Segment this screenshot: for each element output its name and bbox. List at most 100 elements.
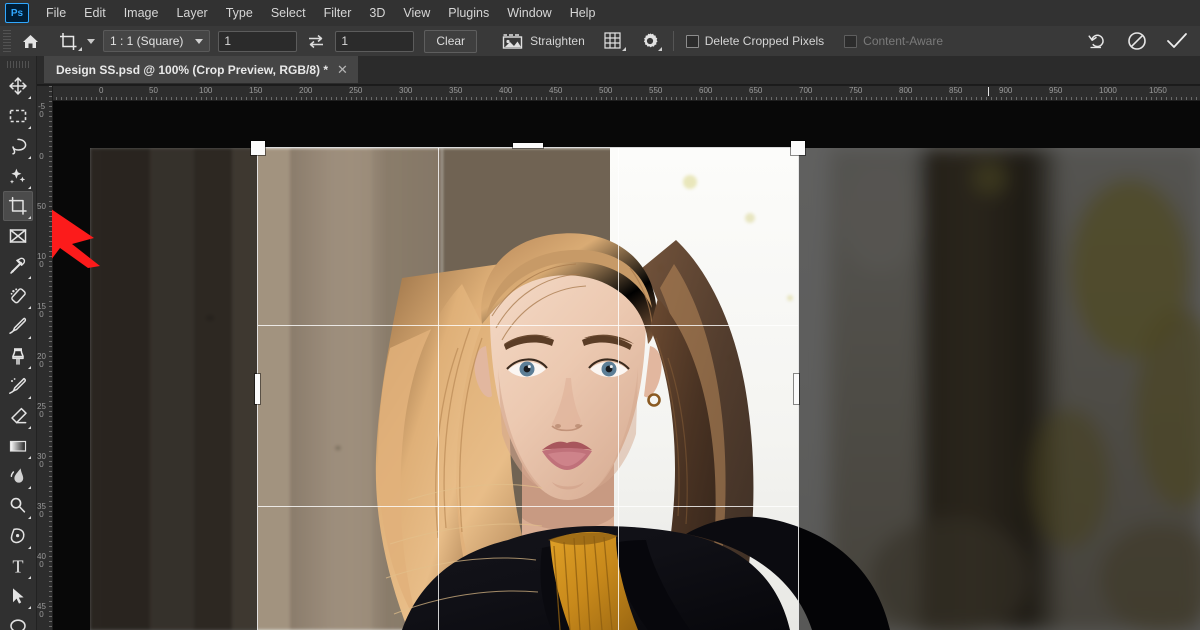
- ruler-tick: [49, 241, 52, 242]
- ruler-tick: [181, 97, 182, 101]
- brush-tool-icon: [8, 316, 28, 336]
- crop-ratio-select[interactable]: 1 : 1 (Square): [103, 30, 210, 52]
- ruler-tick: [1066, 97, 1067, 101]
- ruler-tick: [1071, 97, 1072, 101]
- home-icon[interactable]: [17, 29, 43, 53]
- ruler-tick: [241, 97, 242, 101]
- ruler-tick: [536, 97, 537, 101]
- horizontal-ruler[interactable]: 0501001502002503003504004505005506006507…: [36, 86, 1200, 101]
- clear-button[interactable]: Clear: [424, 30, 477, 53]
- ruler-tick: [49, 346, 52, 347]
- crop-handle-top-center[interactable]: [513, 143, 543, 148]
- active-tool-thumbnail[interactable]: [53, 29, 83, 53]
- tool-path-selection-tool[interactable]: [3, 581, 33, 611]
- menu-item-plugins[interactable]: Plugins: [439, 2, 498, 24]
- straighten-label[interactable]: Straighten: [530, 34, 585, 48]
- tool-move-tool[interactable]: [3, 71, 33, 101]
- tool-options-bar: 1 : 1 (Square) 1 1 Clear Straighten: [0, 26, 1200, 57]
- ruler-tick: [796, 97, 797, 101]
- options-bar-grip[interactable]: [3, 30, 11, 52]
- crop-handle-middle-right[interactable]: [794, 374, 799, 404]
- menu-item-3d[interactable]: 3D: [360, 2, 394, 24]
- cancel-circle-icon[interactable]: [1124, 29, 1150, 53]
- ruler-tick: [466, 97, 467, 101]
- tool-history-brush-tool[interactable]: [3, 371, 33, 401]
- swap-dimensions-icon[interactable]: [305, 30, 327, 52]
- tool-flyout-caret-icon: [28, 186, 31, 189]
- menu-item-view[interactable]: View: [394, 2, 439, 24]
- menu-item-filter[interactable]: Filter: [315, 2, 361, 24]
- ruler-tick: [49, 456, 52, 457]
- tool-brush-tool[interactable]: [3, 311, 33, 341]
- ruler-tick: [716, 97, 717, 101]
- tool-ellipse-shape-tool[interactable]: [3, 611, 33, 630]
- ruler-tick: [221, 97, 222, 101]
- menu-item-help[interactable]: Help: [561, 2, 605, 24]
- menu-item-window[interactable]: Window: [498, 2, 560, 24]
- gear-icon[interactable]: [637, 29, 663, 53]
- menu-item-image[interactable]: Image: [115, 2, 168, 24]
- tool-dodge-tool[interactable]: [3, 491, 33, 521]
- tool-frame-tool[interactable]: [3, 221, 33, 251]
- tool-flyout-caret-icon: [28, 126, 31, 129]
- menu-item-edit[interactable]: Edit: [75, 2, 115, 24]
- crop-handle-top-left[interactable]: [251, 141, 265, 155]
- ruler-tick: [49, 176, 52, 177]
- straighten-icon[interactable]: [499, 29, 525, 53]
- ruler-tick: [1046, 97, 1047, 101]
- document-tab[interactable]: Design SS.psd @ 100% (Crop Preview, RGB/…: [44, 56, 359, 83]
- ruler-tick: [49, 126, 52, 127]
- crop-handle-middle-left[interactable]: [255, 374, 260, 404]
- crop-width-input[interactable]: 1: [218, 31, 297, 52]
- clone-stamp-tool-icon: [8, 346, 28, 366]
- ruler-tick: [1126, 97, 1127, 101]
- tool-gradient-tool[interactable]: [3, 431, 33, 461]
- tool-spot-healing-brush-tool[interactable]: [3, 281, 33, 311]
- tool-object-selection-tool[interactable]: [3, 161, 33, 191]
- menu-item-type[interactable]: Type: [217, 2, 262, 24]
- document-canvas[interactable]: [52, 100, 1200, 630]
- ruler-tick: [746, 97, 747, 101]
- ruler-tick: [516, 97, 517, 101]
- ruler-tick: [671, 97, 672, 101]
- object-selection-tool-icon: [8, 166, 28, 186]
- tool-pen-tool[interactable]: [3, 521, 33, 551]
- ruler-tick: [441, 97, 442, 101]
- ruler-label-v: 50: [37, 203, 46, 211]
- tool-preset-chevron-down-icon[interactable]: [87, 39, 95, 44]
- ellipse-shape-tool-icon: [8, 616, 28, 630]
- tools-panel-grip[interactable]: [7, 61, 29, 68]
- ruler-tick: [576, 97, 577, 101]
- tool-flyout-caret-icon: [28, 366, 31, 369]
- ruler-tick: [976, 97, 977, 101]
- tool-clone-stamp-tool[interactable]: [3, 341, 33, 371]
- tool-crop-tool[interactable]: [3, 191, 33, 221]
- tool-blur-tool[interactable]: [3, 461, 33, 491]
- vertical-ruler[interactable]: -50050100150200250300350400450: [36, 86, 53, 630]
- ruler-tick: [49, 286, 52, 287]
- pen-tool-icon: [8, 526, 28, 546]
- tool-type-tool[interactable]: T: [3, 551, 33, 581]
- menu-item-file[interactable]: File: [37, 2, 75, 24]
- reset-arrow-icon[interactable]: [1084, 29, 1110, 53]
- close-icon[interactable]: ✕: [337, 63, 348, 76]
- ruler-tick: [49, 211, 52, 212]
- ruler-tick: [541, 97, 542, 101]
- menu-item-select[interactable]: Select: [262, 2, 315, 24]
- crop-bounding-box[interactable]: [258, 148, 798, 630]
- ruler-tick: [49, 536, 52, 537]
- menu-item-layer[interactable]: Layer: [167, 2, 216, 24]
- tool-eyedropper-tool[interactable]: [3, 251, 33, 281]
- tool-lasso-tool[interactable]: [3, 131, 33, 161]
- ruler-tick: [526, 97, 527, 101]
- crop-handle-top-right[interactable]: [791, 141, 805, 155]
- checkmark-icon[interactable]: [1164, 29, 1190, 53]
- grid-overlay-icon[interactable]: [601, 29, 627, 53]
- delete-cropped-pixels-checkbox[interactable]: Delete Cropped Pixels: [686, 34, 824, 48]
- ruler-tick: [49, 396, 52, 397]
- ruler-tick: [1156, 97, 1157, 101]
- crop-height-input[interactable]: 1: [335, 31, 414, 52]
- tool-rectangular-marquee-tool[interactable]: [3, 101, 33, 131]
- ruler-tick: [411, 97, 412, 101]
- tool-eraser-tool[interactable]: [3, 401, 33, 431]
